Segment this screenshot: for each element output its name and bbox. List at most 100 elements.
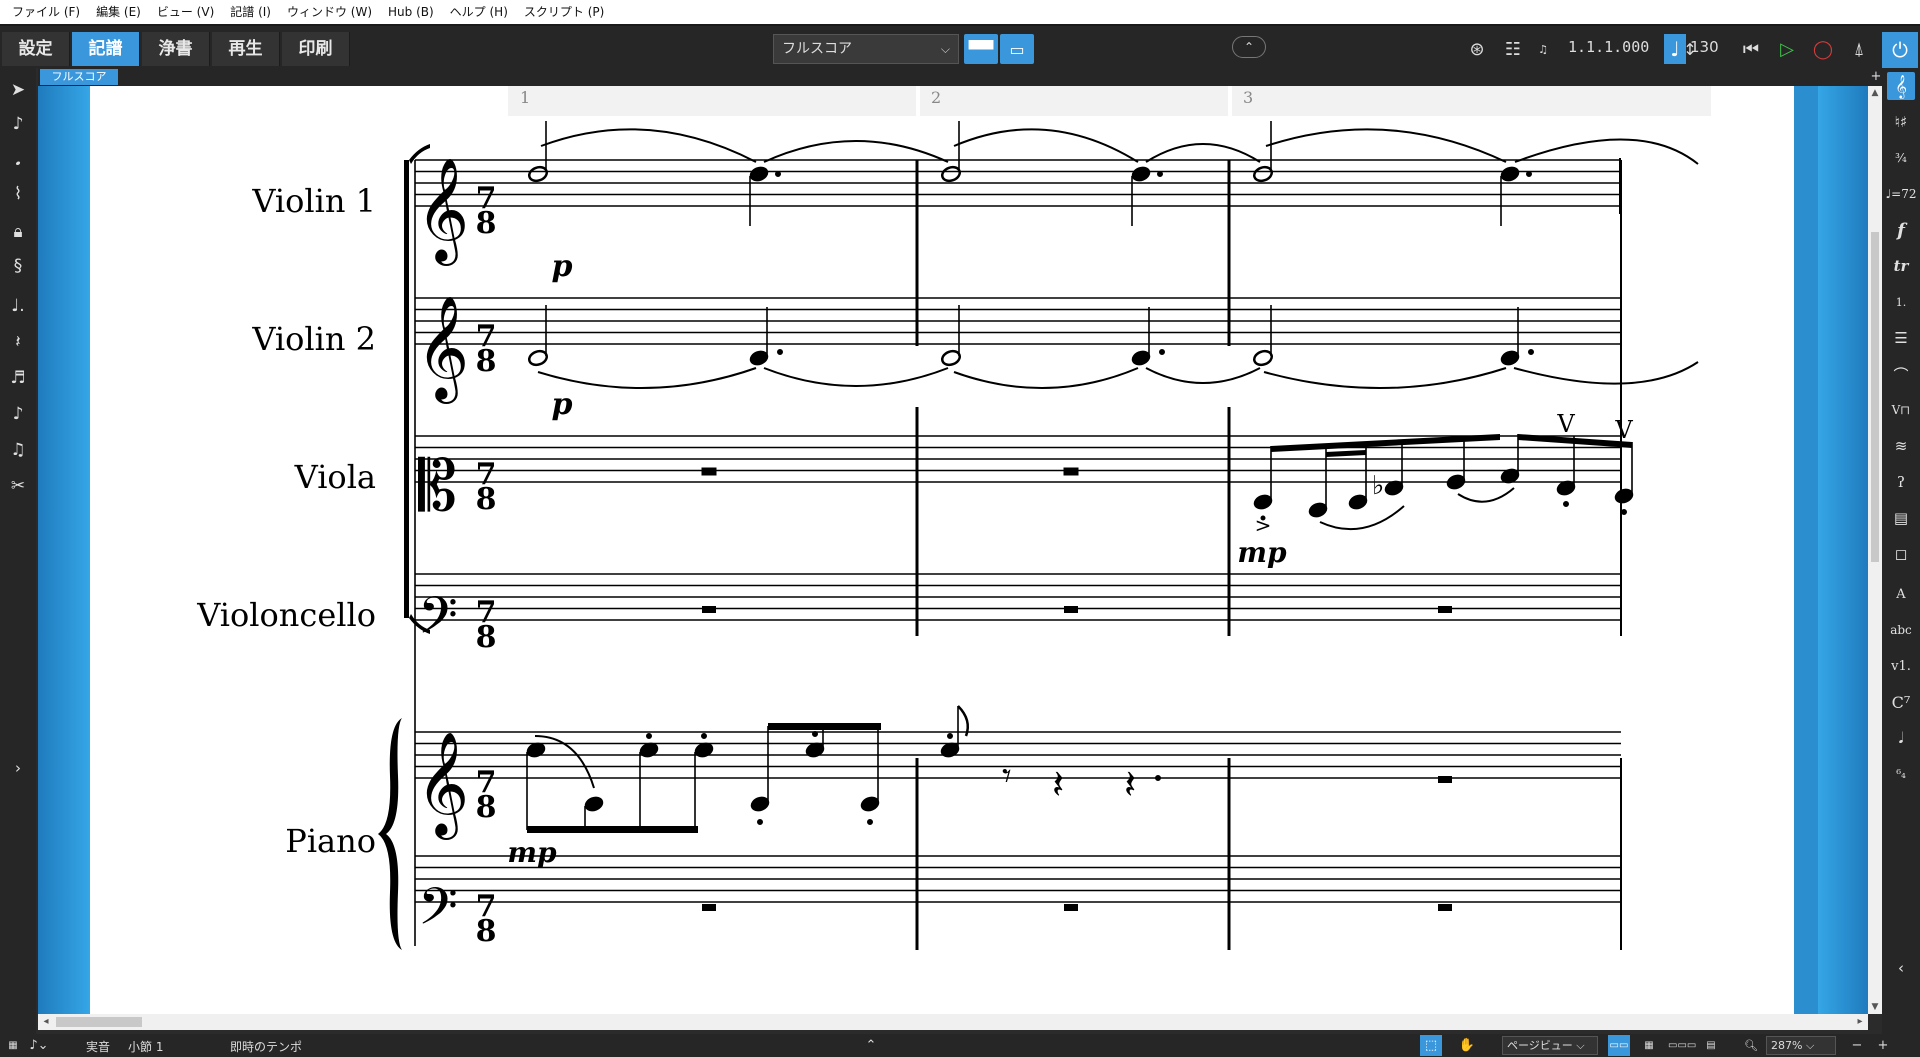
tuplet-icon[interactable]: ♬ (4, 364, 32, 392)
figured-bass-icon[interactable]: ⁶₄ (1887, 760, 1915, 788)
note-input-icon[interactable]: ♪⌄ (28, 1035, 50, 1056)
view-type-selector[interactable]: ページビュー ⌵ (1502, 1036, 1598, 1055)
record-icon[interactable]: ◯ (1808, 34, 1838, 64)
tab-setup[interactable]: 設定 (2, 32, 70, 66)
tab-print[interactable]: 印刷 (282, 32, 350, 66)
vertical-scroll-thumb[interactable] (1871, 232, 1879, 562)
midi-icon[interactable]: ♫ (1528, 34, 1558, 64)
dynamic-piano[interactable]: mp (507, 836, 557, 869)
scroll-down-icon[interactable]: ▼ (1868, 1000, 1882, 1014)
layout-selector[interactable]: フルスコア ⌵ (773, 34, 959, 64)
repeat-ending-icon[interactable]: 1. (1887, 288, 1915, 316)
tab-write[interactable]: 記譜 (72, 32, 140, 66)
instrument-name-viola[interactable]: Viola (294, 458, 376, 496)
rehearsal-icon[interactable]: v1. (1887, 652, 1915, 680)
zoom-in-icon[interactable]: + (1872, 1035, 1894, 1056)
holds-pauses-icon[interactable]: ⌒ (1887, 360, 1915, 388)
ear-icon[interactable]: ʔ (1887, 468, 1915, 496)
instrument-name-violoncello[interactable]: Violoncello (196, 596, 376, 634)
tempo-icon[interactable]: ♩=72 (1886, 180, 1917, 208)
lock-icon[interactable]: 🔒︎ (4, 218, 32, 246)
scroll-right-icon[interactable]: ▸ (1852, 1014, 1868, 1030)
menu-file[interactable]: ファイル (F) (4, 0, 88, 24)
play-icon[interactable]: ▷ (1772, 34, 1802, 64)
menu-notation[interactable]: 記譜 (I) (222, 0, 279, 24)
lyrics-icon[interactable]: abc (1887, 616, 1915, 644)
menu-help[interactable]: ヘルプ (H) (442, 0, 516, 24)
mixer-icon[interactable]: ☷ (1498, 34, 1528, 64)
chord-symbol-icon[interactable]: C⁷ (1887, 688, 1915, 716)
menu-view[interactable]: ビュー (V) (149, 0, 222, 24)
rewind-icon[interactable]: ⏮ (1736, 34, 1766, 64)
text-icon[interactable]: A (1887, 580, 1915, 608)
menu-window[interactable]: ウィンドウ (W) (279, 0, 380, 24)
menu-edit[interactable]: 編集 (E) (88, 0, 149, 24)
dotted-note-icon[interactable]: ♩. (4, 292, 32, 320)
galley-view-icon[interactable]: ▀▀ (964, 34, 998, 64)
dynamics-icon[interactable]: f (1887, 216, 1915, 244)
metronome-icon[interactable]: ⍋ (1844, 34, 1874, 64)
violoncello-rests[interactable] (702, 606, 1452, 613)
vertical-scrollbar[interactable]: ▲ ▼ (1868, 86, 1882, 1014)
horizontal-scrollbar[interactable]: ◂ ▸ (38, 1014, 1868, 1030)
tab-engrave[interactable]: 浄書 (142, 32, 210, 66)
score-view[interactable]: 1 2 3 Violin 1 Violin 2 Viola Violoncell… (38, 86, 1868, 1014)
horizontal-scroll-thumb[interactable] (56, 1017, 142, 1027)
zoom-selector[interactable]: 287% ⌵ (1766, 1036, 1836, 1055)
piano-rh-notes[interactable]: 𝄾 𝄽 𝄽 (525, 705, 1452, 833)
spreads-view-icon[interactable]: ▭▭ (1608, 1035, 1630, 1056)
chevron-up-icon[interactable]: ⌃ (860, 1035, 882, 1056)
tab-play[interactable]: 再生 (212, 32, 280, 66)
cue-icon[interactable]: ▤ (1887, 504, 1915, 532)
film-reel-icon[interactable]: ⊛ (1462, 34, 1492, 64)
eighth-note-icon[interactable]: ♪ (4, 400, 32, 428)
instrument-name-violin1[interactable]: Violin 1 (251, 182, 376, 220)
menu-hub[interactable]: Hub (B) (380, 0, 442, 24)
tempo-mode[interactable]: 即時のテンポ (230, 1038, 302, 1055)
hand-tool-icon[interactable]: ✋ (1456, 1035, 1478, 1056)
scroll-left-icon[interactable]: ◂ (38, 1014, 54, 1030)
comment-icon[interactable]: ◻ (1887, 540, 1915, 568)
select-arrow-icon[interactable]: ➤ (4, 76, 32, 104)
zoom-out-icon[interactable]: − (1846, 1035, 1868, 1056)
time-signature-icon[interactable]: ¾ (1887, 144, 1915, 172)
tie-icon[interactable]: ⌇ (4, 180, 32, 208)
marquee-select-icon[interactable]: ⬚ (1420, 1035, 1442, 1056)
clef-tool-icon[interactable]: § (4, 252, 32, 280)
piano-lh-rests[interactable] (702, 904, 1452, 911)
horizontal-view-icon[interactable]: ▭▭▭ (1668, 1035, 1696, 1056)
scroll-up-icon[interactable]: ▲ (1868, 86, 1882, 100)
violin1-notes[interactable] (527, 121, 1699, 226)
page-view-icon[interactable]: ▭ (1000, 34, 1034, 64)
key-signature-icon[interactable]: ♮♯ (1887, 108, 1915, 136)
grace-note-icon[interactable]: ♫ (4, 436, 32, 464)
bar-icon[interactable]: ☰ (1887, 324, 1915, 352)
clef-icon[interactable]: 𝄞 (1887, 72, 1915, 100)
playing-techniques-icon[interactable]: V⊓ (1887, 396, 1915, 424)
collapse-panel-icon[interactable]: ‹ (1887, 954, 1915, 982)
stem-icon[interactable]: 𝅘 (4, 146, 32, 174)
tremolo-icon[interactable]: ≋ (1887, 432, 1915, 460)
expand-panel-icon[interactable]: › (4, 754, 32, 782)
note-head-icon[interactable]: 𝅘𝅥 (1887, 724, 1915, 752)
instrument-name-violin2[interactable]: Violin 2 (251, 320, 376, 358)
dynamic-violin1[interactable]: p (552, 249, 573, 284)
viola-notes[interactable]: ♭ > V V (701, 410, 1635, 537)
score-notation[interactable]: 1 2 3 Violin 1 Violin 2 Viola Violoncell… (38, 86, 1868, 1014)
rest-tool-icon[interactable]: 𝄽 (4, 328, 32, 356)
ornament-icon[interactable]: tr (1887, 252, 1915, 280)
document-tab[interactable]: フルスコア (40, 69, 118, 85)
power-icon[interactable]: ⏻ (1882, 32, 1918, 68)
scissors-icon[interactable]: ✂ (4, 472, 32, 500)
violin2-notes[interactable] (527, 305, 1699, 389)
pitch-mode[interactable]: 実音 (86, 1038, 110, 1055)
menu-script[interactable]: スクリプト (P) (516, 0, 612, 24)
insert-note-icon[interactable]: ♪ (4, 110, 32, 138)
vertical-view-icon[interactable]: ▤ (1700, 1035, 1722, 1056)
keyboard-icon[interactable]: ▦ (2, 1035, 24, 1056)
tempo-value[interactable]: 130 (1690, 38, 1719, 56)
dynamic-viola[interactable]: mp (1237, 536, 1287, 569)
collapse-toolbar-button[interactable]: ⌃ (1232, 36, 1266, 58)
dynamic-violin2[interactable]: p (552, 387, 573, 422)
grid-view-icon[interactable]: ▦ (1638, 1035, 1660, 1056)
